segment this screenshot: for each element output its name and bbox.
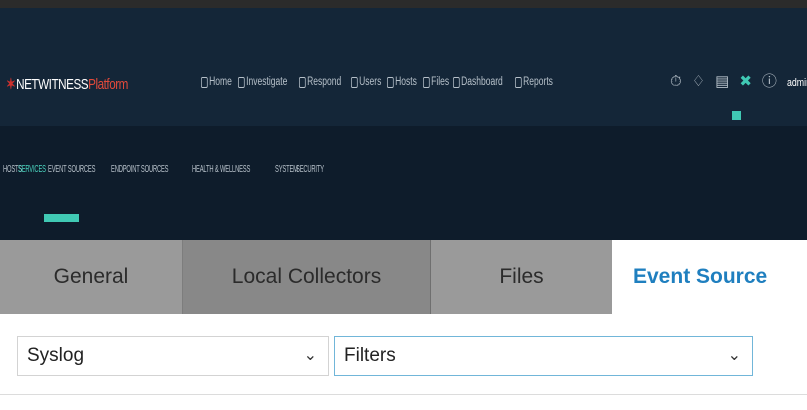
investigate-icon bbox=[237, 76, 245, 88]
clipboard-icon[interactable]: ▤ bbox=[715, 74, 729, 90]
logo-mark-icon: ✶ bbox=[6, 76, 16, 93]
user-menu[interactable]: admin ∨ bbox=[787, 76, 807, 89]
logo-name: NETWITNESS bbox=[16, 75, 89, 93]
nav-label: Investigate bbox=[245, 76, 287, 88]
filters-select[interactable]: Filters ⌄ bbox=[334, 336, 753, 376]
home-icon bbox=[201, 76, 208, 88]
active-tool-indicator bbox=[732, 111, 741, 120]
dashboard-icon bbox=[453, 76, 460, 88]
respond-icon bbox=[299, 76, 306, 88]
nav-item-home[interactable]: Home bbox=[201, 76, 232, 88]
logo-platform: Platform bbox=[88, 75, 128, 93]
netwitness-logo[interactable]: ✶ NETWITNESS Platform bbox=[6, 74, 128, 94]
admin-sub-nav: HOSTS SERVICES EVENT SOURCES ENDPOINT SO… bbox=[0, 126, 807, 240]
source-type-value: Syslog bbox=[27, 345, 85, 366]
nav-label: Hosts bbox=[395, 76, 418, 88]
nav-label: Respond bbox=[307, 76, 342, 88]
top-navigation-bar: ✶ NETWITNESS Platform Home Investigate R… bbox=[0, 8, 807, 126]
nav-item-dashboard[interactable]: Dashboard bbox=[453, 76, 503, 88]
main-nav: Home Investigate Respond Users Hosts Fil… bbox=[201, 76, 554, 88]
nav-label: Reports bbox=[523, 76, 554, 88]
help-icon[interactable]: ⓘ bbox=[762, 74, 777, 90]
nav-item-investigate[interactable]: Investigate bbox=[237, 76, 287, 88]
nav-item-hosts[interactable]: Hosts bbox=[387, 76, 417, 88]
nav-item-files[interactable]: Files bbox=[422, 76, 449, 88]
bell-icon[interactable]: ♢ bbox=[692, 74, 705, 90]
nav-item-users[interactable]: Users bbox=[351, 76, 382, 88]
hosts-icon bbox=[387, 76, 395, 88]
chevron-down-icon: ⌄ bbox=[303, 347, 317, 364]
filters-value: Filters bbox=[344, 345, 396, 366]
timer-icon[interactable]: ⏱ bbox=[670, 74, 682, 90]
subnav-health-wellness[interactable]: HEALTH & WELLNESS bbox=[192, 164, 250, 175]
config-tabs: General Local Collectors Files Event Sou… bbox=[0, 240, 807, 314]
subnav-event-sources[interactable]: EVENT SOURCES bbox=[48, 164, 95, 175]
tab-local-collectors[interactable]: Local Collectors bbox=[183, 240, 431, 314]
nav-label: Dashboard bbox=[461, 76, 503, 88]
window-top-strip bbox=[0, 0, 807, 8]
nav-label: Home bbox=[209, 76, 232, 88]
filter-row: Syslog ⌄ Filters ⌄ bbox=[0, 314, 807, 394]
nav-label: Users bbox=[359, 76, 382, 88]
files-icon bbox=[422, 76, 430, 88]
chevron-down-icon: ⌄ bbox=[727, 347, 741, 364]
subnav-services[interactable]: SERVICES bbox=[18, 164, 46, 175]
right-toolbar: ⏱ ♢ ▤ ✖ ⓘ admin ∨ bbox=[670, 74, 807, 90]
nav-label: Files bbox=[430, 76, 449, 88]
tab-general[interactable]: General bbox=[0, 240, 183, 314]
content-area-top bbox=[0, 394, 807, 410]
users-icon bbox=[351, 76, 359, 88]
active-subnav-underline bbox=[44, 214, 79, 222]
reports-icon bbox=[515, 76, 523, 88]
subnav-system[interactable]: SYSTEM bbox=[275, 164, 298, 175]
nav-item-reports[interactable]: Reports bbox=[515, 76, 553, 88]
subnav-endpoint-sources[interactable]: ENDPOINT SOURCES bbox=[111, 164, 169, 175]
tab-files[interactable]: Files bbox=[431, 240, 612, 314]
tab-event-source[interactable]: Event Source bbox=[612, 240, 807, 314]
nav-item-respond[interactable]: Respond bbox=[299, 76, 342, 88]
source-type-select[interactable]: Syslog ⌄ bbox=[17, 336, 329, 376]
admin-tools-icon[interactable]: ✖ bbox=[739, 74, 752, 90]
subnav-security[interactable]: SECURITY bbox=[296, 164, 324, 175]
sub-nav-items: HOSTS SERVICES EVENT SOURCES ENDPOINT SO… bbox=[3, 164, 326, 175]
